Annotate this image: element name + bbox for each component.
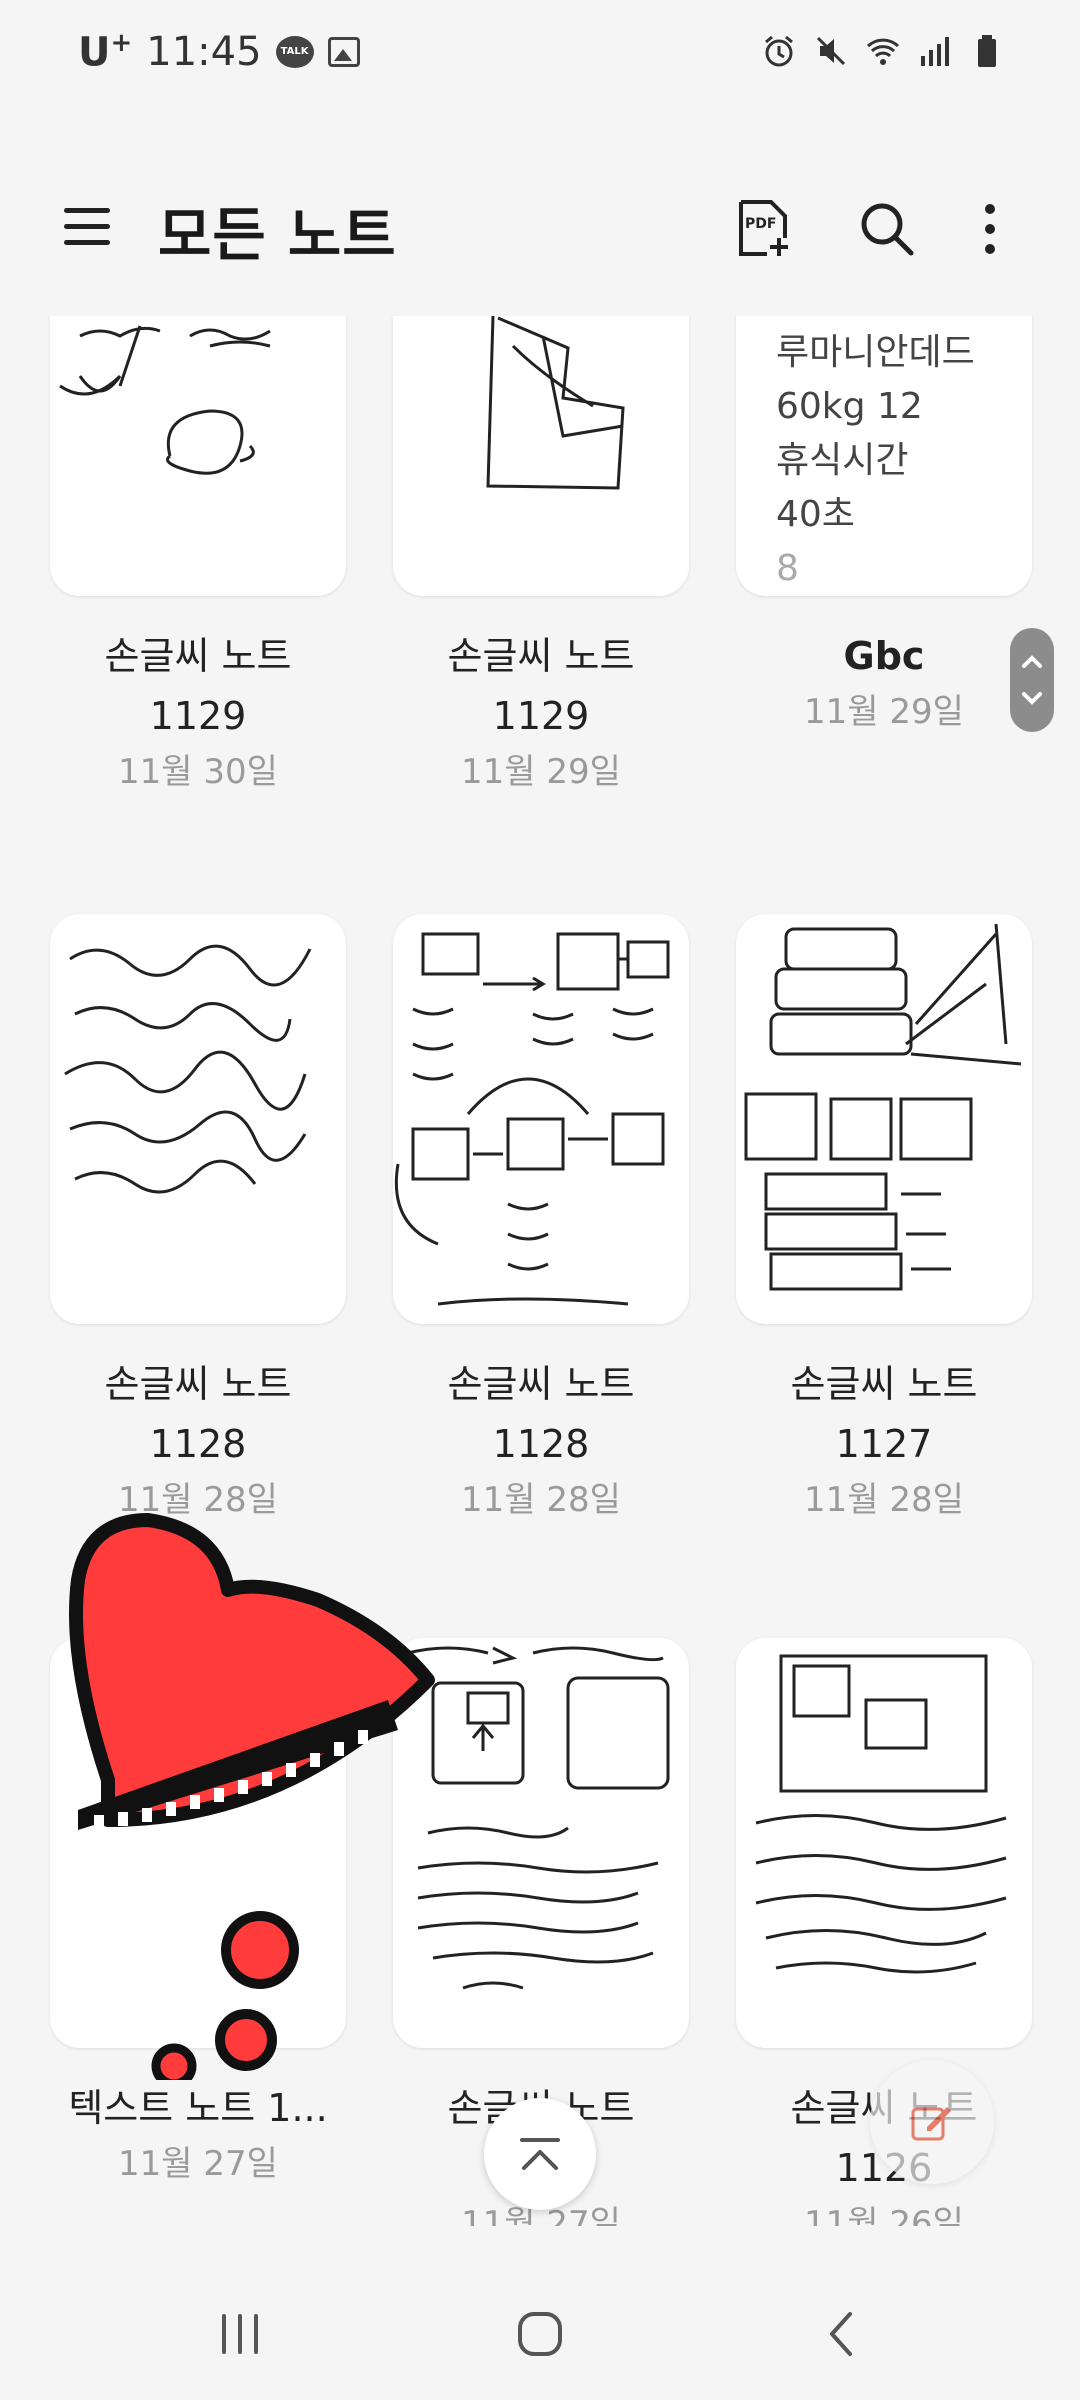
- note-thumbnail: [736, 914, 1032, 1324]
- status-right: [762, 34, 1004, 68]
- note-date: 11월 29일: [804, 692, 964, 732]
- note-date: 11월 30일: [118, 752, 278, 792]
- note-thumbnail: [393, 316, 689, 596]
- preview-line: 40초: [776, 494, 855, 535]
- app-bar: 모든 노트 PDF: [0, 170, 1080, 280]
- gallery-icon: [327, 36, 360, 67]
- compose-note-icon: [911, 2107, 951, 2141]
- compose-note-button[interactable]: [870, 2060, 994, 2184]
- pdf-add-icon[interactable]: PDF: [737, 198, 791, 258]
- talk-badge-label: TALK: [280, 46, 309, 58]
- wifi-icon: [866, 38, 900, 65]
- recents-icon[interactable]: [210, 2304, 270, 2364]
- pdf-icon-label: PDF: [745, 216, 776, 232]
- note-thumbnail: [736, 1638, 1032, 2048]
- note-title: 손글씨 노트: [447, 1362, 635, 1406]
- note-title: 텍스트 노트 1...: [68, 2086, 328, 2130]
- clock: 11:45: [146, 28, 262, 75]
- note-title: 손글씨 노트: [104, 1362, 292, 1406]
- carrier-name: U: [78, 29, 111, 76]
- note-date: 11월 26일: [804, 2204, 964, 2226]
- note-subtitle: 1128: [149, 1422, 247, 1466]
- all-notes-screen: U+ 11:45 TALK 모든 노트 PDF 손글씨 노트 1129 11월 …: [0, 0, 1080, 2400]
- note-title: 손글씨 노트: [447, 634, 635, 678]
- note-thumbnail: 루마니안데드 60kg 12 휴식시간 40초 8: [736, 316, 1032, 596]
- note-date: 11월 28일: [804, 1480, 964, 1520]
- battery-icon: [978, 35, 996, 67]
- note-title: Gbc: [843, 634, 925, 678]
- back-icon[interactable]: [812, 2304, 872, 2364]
- note-title: 손글씨 노트: [790, 1362, 978, 1406]
- note-card[interactable]: 루마니안데드 60kg 12 휴식시간 40초 8 Gbc 11월 29일: [736, 316, 1032, 738]
- note-subtitle: 1129: [149, 694, 247, 738]
- text-preview: 루마니안데드 60kg 12 휴식시간 40초 8: [736, 316, 1032, 596]
- talk-icon: TALK: [275, 35, 314, 68]
- scroll-to-top-button[interactable]: [484, 2098, 596, 2210]
- signal-icon: [921, 37, 949, 66]
- preview-line: 휴식시간: [776, 440, 909, 481]
- system-nav-bar: [0, 2266, 1080, 2400]
- chevron-up-icon: [520, 2138, 560, 2170]
- status-bar: U+ 11:45 TALK: [0, 0, 1080, 110]
- note-title: 손글씨 노트: [104, 634, 292, 678]
- note-thumbnail: [50, 914, 346, 1324]
- preview-line: 60kg 12: [776, 386, 923, 427]
- menu-icon[interactable]: [64, 206, 114, 248]
- status-left: U+ 11:45 TALK: [78, 28, 360, 75]
- note-card[interactable]: 손글씨 노트 1128 11월 28일: [393, 914, 689, 1526]
- note-card[interactable]: 손글씨 노트 1128 11월 28일: [50, 914, 346, 1526]
- note-subtitle: 1127: [835, 1422, 933, 1466]
- note-card[interactable]: 손글씨 노트 1129 11월 29일: [393, 316, 689, 798]
- note-date: 11월 27일: [118, 2144, 278, 2184]
- page-title: 모든 노트: [158, 201, 397, 269]
- carrier-plus: +: [110, 28, 133, 58]
- carrier-label: U+: [78, 28, 132, 75]
- more-options-icon[interactable]: [972, 202, 1008, 256]
- alarm-icon: [765, 35, 793, 67]
- mute-icon: [816, 36, 846, 66]
- note-thumbnail: [393, 914, 689, 1324]
- note-card[interactable]: 손글씨 노트 1129 11월 30일: [50, 316, 346, 798]
- home-icon[interactable]: [510, 2304, 570, 2364]
- note-thumbnail: [50, 316, 346, 596]
- preview-line: 8: [776, 548, 799, 589]
- search-icon[interactable]: [858, 200, 916, 258]
- note-date: 11월 29일: [461, 752, 621, 792]
- note-card[interactable]: 손글씨 노트 1127 11월 28일: [736, 914, 1032, 1526]
- preview-line: 루마니안데드: [776, 332, 975, 373]
- fast-scroll-handle[interactable]: [1010, 628, 1054, 732]
- note-subtitle: 1128: [492, 1422, 590, 1466]
- heart-sticker: [69, 1513, 435, 2080]
- note-subtitle: 1129: [492, 694, 590, 738]
